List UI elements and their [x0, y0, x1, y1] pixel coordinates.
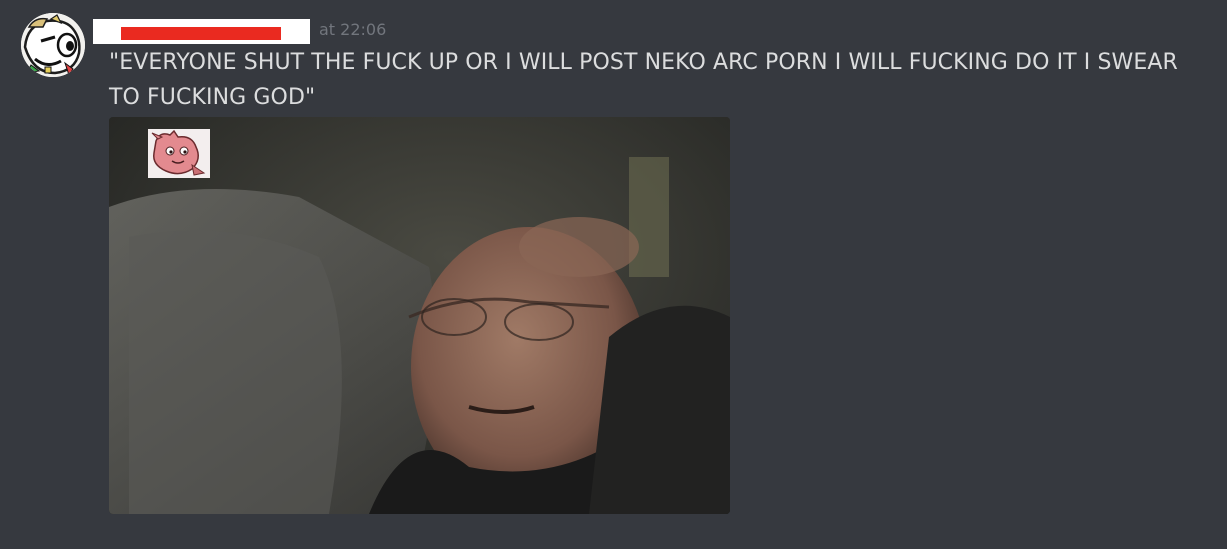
- pink-creature-sticker-icon: [148, 129, 210, 178]
- cartoon-face-avatar-icon: [21, 13, 85, 77]
- message-timestamp[interactable]: at 22:06: [319, 20, 386, 39]
- image-attachment[interactable]: [109, 117, 730, 514]
- redacted-username[interactable]: [93, 19, 310, 44]
- user-avatar[interactable]: [21, 13, 85, 77]
- message-content: "EVERYONE SHUT THE FUCK UP OR I WILL POS…: [109, 50, 1178, 110]
- message-header: at 22:06: [93, 17, 413, 45]
- redaction-bar: [121, 27, 281, 40]
- chat-message: at 22:06 "EVERYONE SHUT THE FUCK UP OR I…: [0, 0, 1227, 549]
